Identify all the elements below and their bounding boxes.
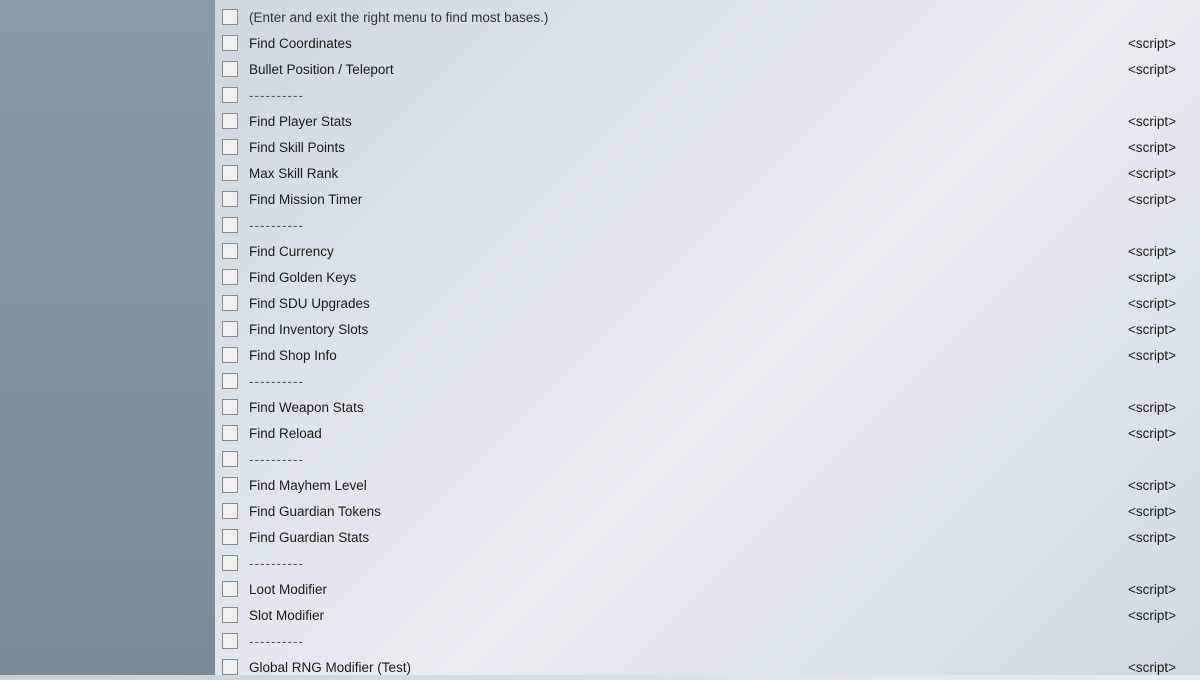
script-tag: <script> [1116, 296, 1196, 311]
main-content: (Enter and exit the right menu to find m… [215, 0, 1200, 675]
row-checkbox[interactable] [222, 269, 238, 285]
list-item: Global RNG Modifier (Test)<script> [215, 654, 1200, 680]
script-tag: <script> [1116, 660, 1196, 675]
row-checkbox[interactable] [222, 9, 238, 25]
list-item: ---------- [215, 368, 1200, 394]
row-checkbox[interactable] [222, 87, 238, 103]
item-label: Find Skill Points [241, 140, 1116, 155]
item-label: Find Mission Timer [241, 192, 1116, 207]
row-checkbox[interactable] [222, 633, 238, 649]
row-checkbox[interactable] [222, 139, 238, 155]
separator-label: ---------- [241, 452, 1196, 467]
script-tag: <script> [1116, 348, 1196, 363]
row-checkbox[interactable] [222, 555, 238, 571]
row-checkbox[interactable] [222, 321, 238, 337]
list-item: Find Currency<script> [215, 238, 1200, 264]
item-label: Bullet Position / Teleport [241, 62, 1116, 77]
item-label: Find Player Stats [241, 114, 1116, 129]
script-tag: <script> [1116, 530, 1196, 545]
script-tag: <script> [1116, 192, 1196, 207]
script-tag: <script> [1116, 166, 1196, 181]
separator-label: ---------- [241, 634, 1196, 649]
row-checkbox[interactable] [222, 425, 238, 441]
row-checkbox[interactable] [222, 35, 238, 51]
script-tag: <script> [1116, 62, 1196, 77]
row-checkbox[interactable] [222, 373, 238, 389]
item-label: Find Inventory Slots [241, 322, 1116, 337]
row-checkbox[interactable] [222, 659, 238, 675]
list-item: ---------- [215, 628, 1200, 654]
item-label: Global RNG Modifier (Test) [241, 660, 1116, 675]
row-checkbox[interactable] [222, 477, 238, 493]
script-tag: <script> [1116, 478, 1196, 493]
item-label: Find Reload [241, 426, 1116, 441]
row-checkbox[interactable] [222, 451, 238, 467]
list-item: ---------- [215, 446, 1200, 472]
separator-label: ---------- [241, 88, 1196, 103]
list-item: Find Reload<script> [215, 420, 1200, 446]
item-label: Find Guardian Tokens [241, 504, 1116, 519]
item-label: Find Weapon Stats [241, 400, 1116, 415]
row-checkbox[interactable] [222, 347, 238, 363]
script-tag: <script> [1116, 270, 1196, 285]
list-item: ---------- [215, 82, 1200, 108]
list-item: (Enter and exit the right menu to find m… [215, 4, 1200, 30]
list-item: Bullet Position / Teleport<script> [215, 56, 1200, 82]
row-checkbox[interactable] [222, 61, 238, 77]
list-item: ---------- [215, 212, 1200, 238]
row-checkbox[interactable] [222, 529, 238, 545]
list-item: Slot Modifier<script> [215, 602, 1200, 628]
item-label: Slot Modifier [241, 608, 1116, 623]
item-label: Find Guardian Stats [241, 530, 1116, 545]
list-item: Find SDU Upgrades<script> [215, 290, 1200, 316]
script-tag: <script> [1116, 582, 1196, 597]
script-tag: <script> [1116, 426, 1196, 441]
script-tag: <script> [1116, 322, 1196, 337]
item-label: Find Mayhem Level [241, 478, 1116, 493]
list-item: Find Shop Info<script> [215, 342, 1200, 368]
row-checkbox[interactable] [222, 217, 238, 233]
list-item: Find Mayhem Level<script> [215, 472, 1200, 498]
row-checkbox[interactable] [222, 295, 238, 311]
sidebar [0, 0, 215, 675]
list-item: ---------- [215, 550, 1200, 576]
item-label: Find SDU Upgrades [241, 296, 1116, 311]
list-item: Find Inventory Slots<script> [215, 316, 1200, 342]
note-label: (Enter and exit the right menu to find m… [241, 10, 1196, 25]
list-item: Find Coordinates<script> [215, 30, 1200, 56]
row-checkbox[interactable] [222, 191, 238, 207]
item-label: Find Currency [241, 244, 1116, 259]
row-checkbox[interactable] [222, 165, 238, 181]
list-item: Find Mission Timer<script> [215, 186, 1200, 212]
list-item: Find Skill Points<script> [215, 134, 1200, 160]
separator-label: ---------- [241, 218, 1196, 233]
item-label: Find Shop Info [241, 348, 1116, 363]
separator-label: ---------- [241, 374, 1196, 389]
script-tag: <script> [1116, 114, 1196, 129]
script-tag: <script> [1116, 504, 1196, 519]
row-checkbox[interactable] [222, 581, 238, 597]
item-label: Loot Modifier [241, 582, 1116, 597]
list-item: Find Guardian Tokens<script> [215, 498, 1200, 524]
item-label: Find Golden Keys [241, 270, 1116, 285]
list-item: Find Weapon Stats<script> [215, 394, 1200, 420]
script-tag: <script> [1116, 608, 1196, 623]
row-checkbox[interactable] [222, 503, 238, 519]
row-checkbox[interactable] [222, 399, 238, 415]
list-item: Max Skill Rank<script> [215, 160, 1200, 186]
list-item: Loot Modifier<script> [215, 576, 1200, 602]
list-item: Find Player Stats<script> [215, 108, 1200, 134]
separator-label: ---------- [241, 556, 1196, 571]
script-tag: <script> [1116, 244, 1196, 259]
script-tag: <script> [1116, 400, 1196, 415]
list-item: Find Golden Keys<script> [215, 264, 1200, 290]
script-tag: <script> [1116, 36, 1196, 51]
script-tag: <script> [1116, 140, 1196, 155]
item-label: Find Coordinates [241, 36, 1116, 51]
row-checkbox[interactable] [222, 113, 238, 129]
list-item: Find Guardian Stats<script> [215, 524, 1200, 550]
row-checkbox[interactable] [222, 607, 238, 623]
item-label: Max Skill Rank [241, 166, 1116, 181]
row-checkbox[interactable] [222, 243, 238, 259]
